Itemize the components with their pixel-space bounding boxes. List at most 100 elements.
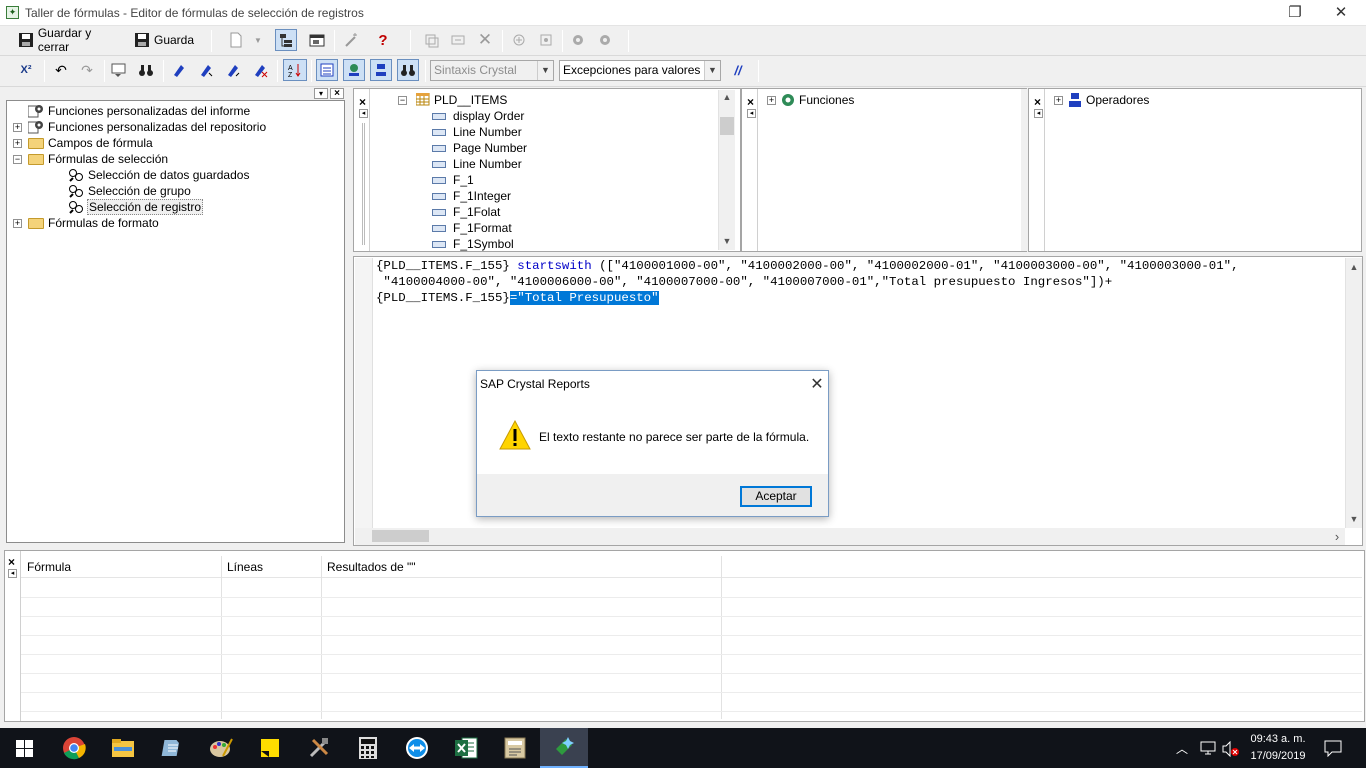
- paint-icon[interactable]: [197, 728, 245, 768]
- panel-menu-button[interactable]: ▾: [314, 88, 328, 99]
- toggle-operators-button[interactable]: [370, 59, 392, 81]
- save-close-button[interactable]: Guardar y cerrar: [14, 26, 126, 54]
- excel-icon[interactable]: [442, 728, 490, 768]
- editor-horizontal-scrollbar[interactable]: ›: [355, 528, 1345, 545]
- expert-button[interactable]: [340, 29, 362, 51]
- tree-item[interactable]: − Fórmulas de selección: [7, 151, 344, 167]
- scroll-thumb[interactable]: [720, 117, 734, 135]
- duplicate-button[interactable]: [420, 29, 442, 51]
- dialog-close-button[interactable]: ✕: [805, 373, 829, 397]
- expand-toggle[interactable]: +: [767, 96, 776, 105]
- bookmark-toggle-button[interactable]: [168, 59, 190, 81]
- bookmark-clear-button[interactable]: [249, 59, 271, 81]
- browse-data-button[interactable]: [108, 59, 130, 81]
- panel-scroll-left-button[interactable]: ◂: [8, 569, 17, 578]
- find-button[interactable]: [135, 59, 157, 81]
- crystal-formula-taskbar-icon[interactable]: [540, 728, 588, 768]
- scroll-up-icon[interactable]: ▲: [1346, 262, 1362, 272]
- column-header-lines[interactable]: Líneas: [227, 560, 263, 574]
- tray-chevron-up-icon[interactable]: ︿: [1176, 740, 1188, 757]
- notepad-icon[interactable]: [148, 728, 196, 768]
- properties-button[interactable]: [306, 29, 328, 51]
- column-divider: [721, 556, 722, 719]
- ok-button[interactable]: Aceptar: [740, 486, 812, 507]
- panel-scroll-left-button[interactable]: ◂: [359, 109, 368, 118]
- scroll-down-icon[interactable]: ▼: [1346, 514, 1362, 524]
- toggle-find-results-button[interactable]: [397, 59, 419, 81]
- undo-button[interactable]: ↶: [50, 59, 72, 81]
- help-button[interactable]: ?: [372, 29, 394, 51]
- expand-toggle[interactable]: +: [13, 139, 22, 148]
- tree-item[interactable]: + Campos de fórmula: [7, 135, 344, 151]
- panel-scroll-left-button[interactable]: ◂: [747, 109, 756, 118]
- network-icon[interactable]: [1200, 741, 1216, 755]
- teamviewer-icon[interactable]: [393, 728, 441, 768]
- tree-item[interactable]: Selección de datos guardados: [7, 167, 344, 183]
- new-dropdown-button[interactable]: ▼: [250, 29, 266, 51]
- scroll-right-icon[interactable]: ›: [1330, 530, 1344, 543]
- column-header-formula[interactable]: Fórmula: [27, 560, 71, 574]
- tree-item[interactable]: Selección de registro: [7, 199, 344, 215]
- windows-start-icon[interactable]: [0, 728, 48, 768]
- code-line-2[interactable]: "4100004000-00", "4100006000-00", "41000…: [376, 275, 1112, 289]
- collapse-toggle[interactable]: −: [13, 155, 22, 164]
- repository-button[interactable]: [535, 29, 557, 51]
- bookmark-previous-button[interactable]: [222, 59, 244, 81]
- calculator-icon[interactable]: [344, 728, 392, 768]
- toggle-fields-button[interactable]: [316, 59, 338, 81]
- column-header-results[interactable]: Resultados de "": [327, 560, 416, 574]
- sort-button[interactable]: AZ: [283, 59, 307, 81]
- toggle-functions-button[interactable]: [343, 59, 365, 81]
- toggle-tree-button[interactable]: [275, 29, 297, 51]
- rename-button[interactable]: [447, 29, 469, 51]
- save-button[interactable]: Guarda: [130, 29, 196, 51]
- check-formula-button[interactable]: X²: [14, 59, 38, 81]
- scroll-down-icon[interactable]: ▼: [719, 236, 735, 246]
- delete-button[interactable]: ✕: [474, 29, 496, 51]
- panel-grip[interactable]: [362, 123, 365, 245]
- editor-vertical-scrollbar[interactable]: ▲ ▼: [1345, 258, 1362, 528]
- null-exceptions-select[interactable]: Excepciones para valores NU ▼: [559, 60, 721, 81]
- redo-button[interactable]: ↷: [76, 59, 98, 81]
- syntax-select[interactable]: Sintaxis Crystal ▼: [430, 60, 554, 81]
- tree-item[interactable]: Selección de grupo: [7, 183, 344, 199]
- panel-close-button[interactable]: ×: [1034, 95, 1041, 109]
- file-explorer-icon[interactable]: [99, 728, 147, 768]
- code-line-3[interactable]: {PLD__ITEMS.F_155}="Total Presupuesto": [376, 291, 659, 305]
- tools-icon[interactable]: [295, 728, 343, 768]
- panel-close-button[interactable]: ×: [747, 95, 754, 109]
- expand-toggle[interactable]: +: [13, 219, 22, 228]
- function-settings-button[interactable]: [594, 29, 616, 51]
- expand-toggle[interactable]: +: [13, 123, 22, 132]
- panel-splitter[interactable]: [1021, 89, 1027, 251]
- panel-scroll-left-button[interactable]: ◂: [1034, 109, 1043, 118]
- svg-text:A: A: [288, 65, 293, 72]
- chrome-icon[interactable]: [50, 728, 98, 768]
- expand-toggle[interactable]: +: [1054, 96, 1063, 105]
- close-button[interactable]: ✕: [1318, 0, 1364, 26]
- scroll-thumb[interactable]: [372, 530, 429, 542]
- tree-item[interactable]: + Funciones personalizadas del repositori…: [7, 119, 344, 135]
- volume-muted-icon[interactable]: [1222, 741, 1240, 757]
- custom-function-button[interactable]: [567, 29, 589, 51]
- restore-button[interactable]: ❐: [1272, 0, 1318, 26]
- collapse-toggle[interactable]: −: [398, 96, 407, 105]
- scroll-up-icon[interactable]: ▲: [719, 92, 735, 102]
- tree-item[interactable]: + Fórmulas de formato: [7, 215, 344, 231]
- code-line-1[interactable]: {PLD__ITEMS.F_155} startswith (["4100001…: [376, 259, 1239, 273]
- sticky-notes-icon[interactable]: [246, 728, 294, 768]
- crystal-reports-taskbar-icon[interactable]: [491, 728, 539, 768]
- panel-close-button[interactable]: ×: [359, 95, 366, 109]
- comment-button[interactable]: //: [726, 59, 750, 81]
- clock-time[interactable]: 09:43 a. m.: [1243, 733, 1313, 745]
- tree-item[interactable]: Funciones personalizadas del informe: [7, 103, 344, 119]
- add-to-repository-button[interactable]: [508, 29, 530, 51]
- clock-date[interactable]: 17/09/2019: [1243, 750, 1313, 762]
- notifications-icon[interactable]: [1324, 739, 1342, 757]
- new-formula-button[interactable]: [225, 29, 247, 51]
- panel-close-button[interactable]: ×: [8, 555, 15, 569]
- fields-scrollbar[interactable]: ▲ ▼: [718, 90, 735, 250]
- bookmark-next-button[interactable]: [195, 59, 217, 81]
- toolbar-separator: [425, 60, 426, 82]
- panel-close-button[interactable]: ×: [330, 88, 344, 99]
